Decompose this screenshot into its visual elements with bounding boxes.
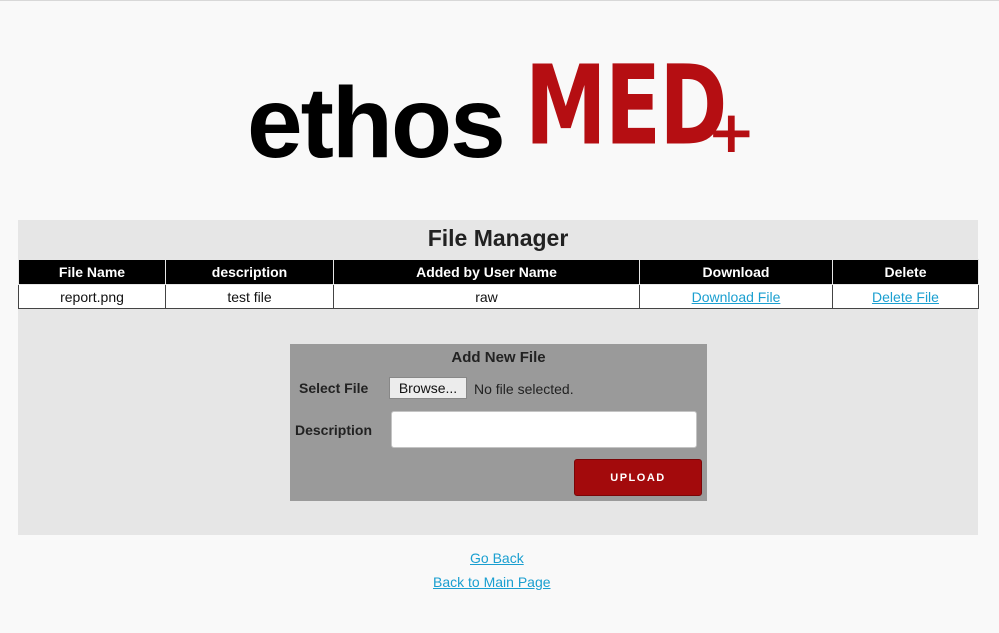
delete-file-link[interactable]: Delete File <box>872 289 939 305</box>
back-to-main-page-link[interactable]: Back to Main Page <box>433 574 551 590</box>
cell-delete: Delete File <box>832 284 979 309</box>
upload-button[interactable]: UPLOAD <box>574 459 702 496</box>
column-header-description: description <box>165 259 334 285</box>
cell-download: Download File <box>639 284 833 309</box>
column-header-added-by: Added by User Name <box>333 259 640 285</box>
page-title: File Manager <box>427 225 569 251</box>
logo-plus: + <box>707 98 756 166</box>
file-selection-status: No file selected. <box>474 381 574 397</box>
go-back-link[interactable]: Go Back <box>470 550 524 566</box>
column-header-delete: Delete <box>832 259 979 285</box>
cell-file-name: report.png <box>18 284 166 309</box>
description-label: Description <box>295 422 373 438</box>
cell-description: test file <box>165 284 334 309</box>
cell-added-by: raw <box>333 284 640 309</box>
logo-text-med: MED <box>525 41 727 170</box>
table-header-row: File Name description Added by User Name… <box>18 259 979 285</box>
files-table: File Name description Added by User Name… <box>18 259 979 309</box>
logo-text-ethos: ethos <box>247 67 506 179</box>
browse-button[interactable]: Browse... <box>389 377 467 399</box>
download-file-link[interactable]: Download File <box>692 289 781 305</box>
add-new-file-form: Add New File Select File Browse... No fi… <box>290 344 707 501</box>
description-input[interactable] <box>391 411 697 448</box>
column-header-download: Download <box>639 259 833 285</box>
column-header-file-name: File Name <box>18 259 166 285</box>
table-row: report.png test file raw Download File D… <box>18 284 979 309</box>
add-new-file-title: Add New File <box>451 349 546 366</box>
file-manager-panel: File Manager File Name description Added… <box>18 220 979 535</box>
select-file-label: Select File <box>299 380 369 396</box>
